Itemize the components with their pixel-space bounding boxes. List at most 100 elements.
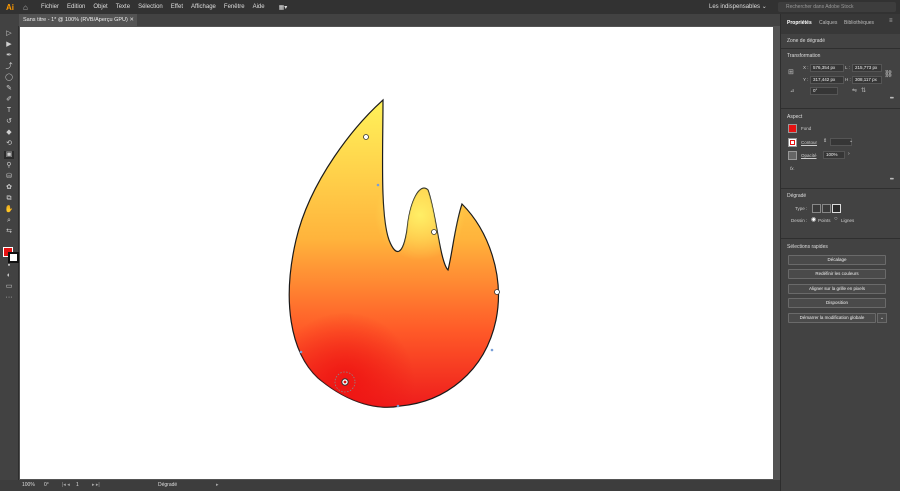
width-label: L : [845,65,850,70]
selection-tool-icon[interactable]: ▷ [4,30,14,38]
document-tab-bar: Sans titre - 1* @ 100% (RVB/Aperçu GPU) … [0,14,780,26]
transformation-title: Transformation [787,53,821,59]
menu-selection[interactable]: Sélection [138,4,163,10]
opacity-field[interactable]: 100% [823,151,845,159]
link-proportions-icon[interactable]: ⛓ [884,70,893,78]
chevron-down-icon[interactable]: ⌄ [849,138,853,144]
properties-panel: Propriétés Calques Bibliothèques ≡ Zone … [780,14,900,491]
opacity-icon [788,151,797,160]
status-bar: 100% 0° |◂ ◂ 1 ▸ ▸| Dégradé ▸ [0,480,780,491]
gradient-title: Dégradé [787,193,807,199]
linear-gradient-button[interactable] [812,204,821,213]
eraser-tool-icon[interactable]: ◆ [4,129,14,137]
stroke-color-swatch[interactable] [788,138,797,147]
artboard-number[interactable]: 1 [76,480,79,491]
stroke-stepper[interactable]: ⇕ [823,138,827,144]
gradient-point [431,229,437,235]
type-tool-icon[interactable]: T [4,107,14,115]
opacity-label[interactable]: Opacité [801,153,817,158]
reference-point-icon[interactable]: ⊞ [788,68,794,76]
symbol-tool-icon[interactable]: ✿ [4,184,14,192]
stroke-label[interactable]: Contour [801,140,817,145]
direct-selection-tool-icon[interactable]: ▶ [4,41,14,49]
height-label: H : [845,77,851,82]
ellipse-tool-icon[interactable]: ◯ [4,74,14,82]
recolor-button[interactable]: Redéfinir les couleurs [788,269,886,279]
menu-objet[interactable]: Objet [93,4,107,10]
menu-texte[interactable]: Texte [116,4,130,10]
panel-menu-icon[interactable]: ≡ [889,18,893,24]
y-field[interactable]: 317,442 px [810,76,844,84]
menu-effet[interactable]: Effet [171,4,183,10]
fill-color-swatch[interactable] [788,124,797,133]
more-tools-icon[interactable]: ··· [4,294,14,302]
workspace-switcher[interactable]: Les indispensables ⌄ [709,3,767,10]
align-to-pixel-grid-button[interactable]: Aligner sur la grille en pixels [788,284,886,294]
fx-effects-button[interactable]: fx. [790,166,795,171]
rotate-tool-icon[interactable]: ↺ [4,118,14,126]
width-field[interactable]: 215,773 px [852,64,882,72]
points-label: Points [818,218,831,223]
artboard-tool-icon[interactable]: ⧉ [4,195,14,203]
menu-bar: Ai ⌂ Fichier Edition Objet Texte Sélecti… [0,0,900,14]
flame-artwork[interactable] [20,27,773,479]
draw-mode-icon[interactable]: ◐ [4,272,14,280]
points-radio[interactable]: ◉ [811,216,816,223]
stock-search-input[interactable]: Rechercher dans Adobe Stock [778,2,896,12]
selected-object-label: Zone de dégradé [787,38,826,44]
arrange-button[interactable]: Disposition [788,298,886,308]
menu-fenetre[interactable]: Fenêtre [224,4,245,10]
menu-affichage[interactable]: Affichage [191,4,216,10]
lines-radio[interactable]: ○ [834,216,838,222]
radial-gradient-button[interactable] [822,204,831,213]
rotation-value[interactable]: 0° [44,480,49,491]
zoom-level[interactable]: 100% [22,480,35,491]
tools-panel: ▷ ▶ ✒ ⤴ ◯ ✎ ✐ T ↺ ◆ ⟲ ▣ ⚲ ⛁ ✿ ⧉ ✋ ⌕ ⇆ ▪ … [0,26,19,480]
document-tab[interactable]: Sans titre - 1* @ 100% (RVB/Aperçu GPU) … [19,14,137,26]
status-menu-icon[interactable]: ▸ [216,480,219,491]
gradient-tool-icon[interactable]: ▣ [4,151,14,159]
shaper-tool-icon[interactable]: ✐ [4,96,14,104]
menu-fichier[interactable]: Fichier [41,4,59,10]
fill-label: Fond [801,126,812,131]
x-field[interactable]: 576,354 px [810,64,844,72]
flip-vertical-icon[interactable]: ⇅ [861,87,866,94]
blend-tool-icon[interactable]: ⛁ [4,173,14,181]
swap-colors-icon[interactable]: ⇆ [4,228,14,236]
aspect-more-icon[interactable]: ••• [890,177,894,183]
start-global-edit-button[interactable]: Démarrer la modification globale [788,313,876,323]
artboard-nav-prev[interactable]: |◂ ◂ [62,480,70,491]
artboard-nav-next[interactable]: ▸ ▸| [92,480,100,491]
tab-proprietes[interactable]: Propriétés [787,20,812,26]
screen-mode-icon[interactable]: ▭ [4,283,14,291]
curvature-tool-icon[interactable]: ⤴ [4,63,14,71]
transform-more-icon[interactable]: ••• [890,96,894,102]
height-field[interactable]: 308,117 px [852,76,882,84]
flip-horizontal-icon[interactable]: ⇋ [852,87,857,94]
tab-calques[interactable]: Calques [819,20,837,26]
chevron-right-icon[interactable]: › [848,151,850,157]
quick-actions-title: Sélections rapides [787,244,828,250]
menu-aide[interactable]: Aide [253,4,265,10]
draw-mode-label: Dessin : [791,218,808,223]
eyedropper-tool-icon[interactable]: ⚲ [4,162,14,170]
pen-tool-icon[interactable]: ✒ [4,52,14,60]
close-icon[interactable]: ✕ [129,14,134,26]
brush-tool-icon[interactable]: ✎ [4,85,14,93]
hand-tool-icon[interactable]: ✋ [4,206,14,214]
chevron-down-icon: ⌄ [761,4,767,10]
gradient-point [494,289,500,295]
menu-edition[interactable]: Edition [67,4,85,10]
offset-button[interactable]: Décalage [788,255,886,265]
home-icon[interactable]: ⌂ [23,3,33,12]
zoom-tool-icon[interactable]: ⌕ [4,217,14,225]
chevron-down-icon[interactable]: ⌄ [877,313,887,323]
color-mode-icon[interactable]: ▪ [4,262,14,270]
arrange-documents-icon[interactable]: ▦▾ [279,4,288,11]
width-tool-icon[interactable]: ⟲ [4,140,14,148]
angle-field[interactable]: 0° [810,87,838,95]
freeform-gradient-button[interactable] [832,204,841,213]
tab-bibliotheques[interactable]: Bibliothèques [844,20,874,26]
gradient-point [363,134,369,140]
artboard[interactable] [20,27,773,479]
